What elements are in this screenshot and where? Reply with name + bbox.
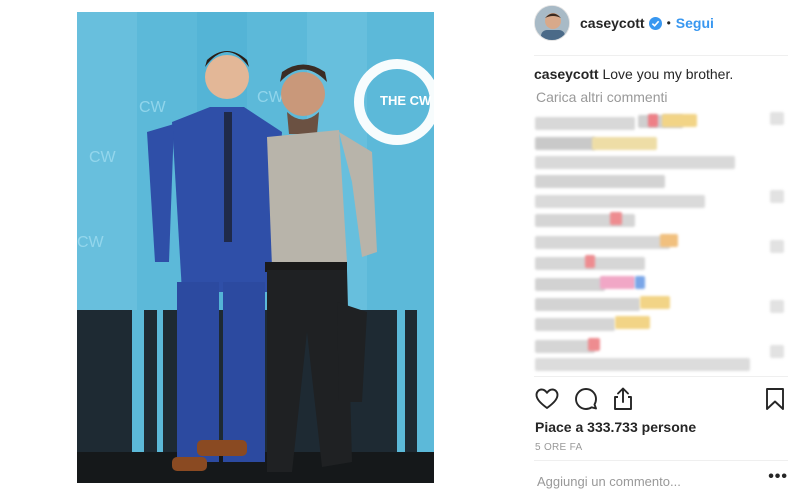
avatar[interactable] (534, 5, 570, 41)
comment-blur (535, 137, 595, 150)
comment-blur (648, 114, 658, 127)
caption: caseycott Love you my brother. (534, 66, 733, 82)
comment-blur (770, 190, 784, 203)
more-options-icon[interactable]: ••• (768, 468, 788, 486)
comment-blur (610, 212, 622, 225)
comment-icon[interactable] (573, 386, 599, 412)
load-more-comments-link[interactable]: Carica altri commenti (536, 89, 667, 105)
username-link[interactable]: caseycott (580, 15, 645, 31)
comment-blur (535, 117, 635, 130)
svg-text:CW: CW (257, 89, 285, 106)
comment-blur (535, 278, 605, 291)
heart-icon[interactable] (534, 386, 560, 412)
comment-blur (635, 276, 645, 289)
comment-blur (770, 112, 784, 125)
action-bar (534, 386, 788, 414)
comment-blur (770, 345, 784, 358)
svg-text:CW: CW (89, 149, 117, 166)
post-photo[interactable]: CW CW CW CW THE CW (77, 12, 434, 483)
comment-blur (535, 298, 640, 311)
comment-blur (615, 316, 650, 329)
photo-logo-text: THE CW (380, 93, 432, 108)
comment-blur (770, 240, 784, 253)
post-timestamp[interactable]: 5 ORE FA (535, 442, 582, 453)
comment-blur (535, 318, 615, 331)
comment-blur (588, 338, 600, 351)
comment-form-divider (534, 460, 788, 461)
comment-blur (535, 236, 670, 249)
add-comment-input[interactable]: Aggiungi un commento... (537, 474, 681, 489)
comment-blur (585, 255, 595, 268)
caption-username[interactable]: caseycott (534, 66, 599, 82)
svg-text:CW: CW (77, 234, 105, 251)
header-divider (534, 55, 788, 56)
comment-blur (535, 340, 595, 353)
comment-blur (600, 276, 635, 289)
comment-blur (662, 114, 697, 127)
comment-blur (640, 296, 670, 309)
bookmark-icon[interactable] (762, 386, 788, 412)
comment-blur (535, 358, 750, 371)
comment-blur (660, 234, 678, 247)
verified-badge-icon (648, 16, 662, 30)
comment-blur (770, 300, 784, 313)
post-side-panel: caseycott • Segui caseycott Love you my … (520, 0, 788, 495)
likes-count[interactable]: Piace a 333.733 persone (535, 419, 696, 435)
share-icon[interactable] (610, 386, 636, 412)
comment-blur (535, 175, 665, 188)
svg-text:CW: CW (139, 99, 167, 116)
follow-button[interactable]: Segui (676, 15, 714, 31)
separator-dot: • (666, 16, 671, 30)
comment-blur (535, 156, 735, 169)
comments-divider (534, 376, 788, 377)
comment-blur (535, 195, 705, 208)
caption-text: Love you my brother. (602, 66, 734, 82)
post-header: caseycott • Segui (534, 3, 714, 43)
comment-blur (592, 137, 657, 150)
